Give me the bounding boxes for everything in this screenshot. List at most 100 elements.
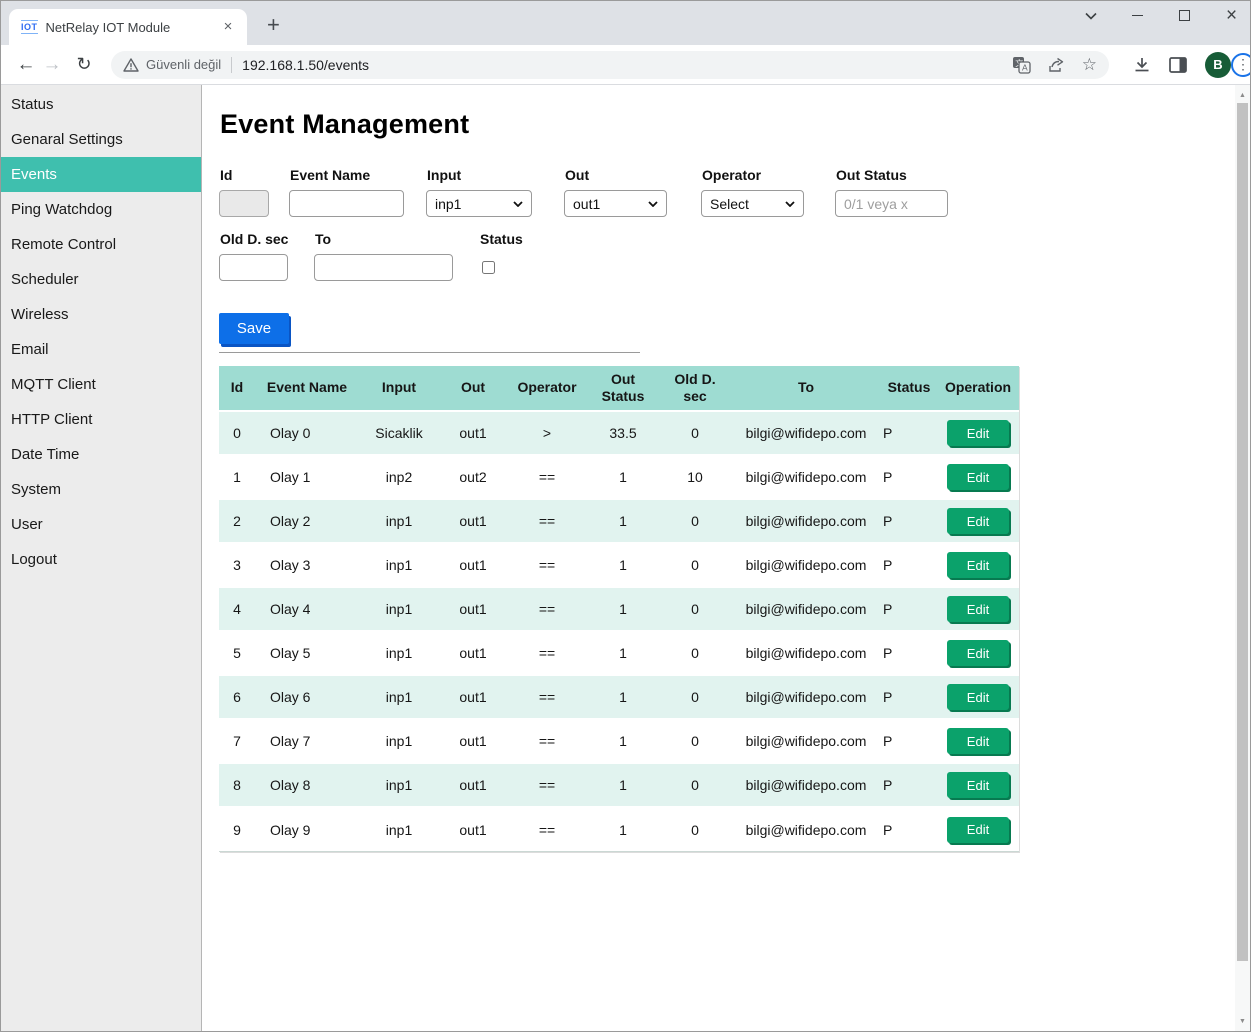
cell-event_name: Olay 6 [255,676,359,720]
security-label[interactable]: Güvenli değil [146,57,221,72]
new-tab-button[interactable]: + [267,15,280,35]
edit-button[interactable]: Edit [947,817,1009,843]
edit-button[interactable]: Edit [947,596,1009,622]
sidebar-item-date-time[interactable]: Date Time [1,437,201,472]
cell-to: bilgi@wifidepo.com [731,808,881,852]
cell-event_name: Olay 1 [255,456,359,500]
cell-event_name: Olay 4 [255,588,359,632]
cell-id: 8 [219,764,255,808]
operator-select[interactable]: Select [701,190,804,217]
maximize-button[interactable] [1176,7,1193,24]
column-header-out_status: Out Status [587,366,659,412]
sidebar-item-ping-watchdog[interactable]: Ping Watchdog [1,192,201,227]
sidebar-item-genaral-settings[interactable]: Genaral Settings [1,122,201,157]
translate-icon[interactable]: 文 A [1012,56,1031,74]
chrome-chevron-icon[interactable] [1082,7,1099,24]
to-label: To [315,231,453,247]
edit-button[interactable]: Edit [947,684,1009,710]
main-content: Event Management Id Event Name Input inp… [202,85,1235,1031]
cell-operator: == [507,676,587,720]
side-panel-icon[interactable] [1169,57,1187,73]
column-header-status: Status [881,366,937,412]
sidebar-item-status[interactable]: Status [1,87,201,122]
event-form-row-2: Old D. sec To Status [219,231,1235,281]
browser-tab[interactable]: IOT NetRelay IOT Module × [9,9,247,45]
status-checkbox[interactable] [482,261,495,274]
cell-out_status: 1 [587,632,659,676]
share-icon[interactable] [1047,57,1066,73]
page-body: StatusGenaral SettingsEventsPing Watchdo… [1,85,1250,1031]
scroll-down-icon[interactable]: ▼ [1235,1013,1250,1029]
cell-out_status: 1 [587,808,659,852]
cell-to: bilgi@wifidepo.com [731,456,881,500]
cell-input: inp1 [359,588,439,632]
edit-button[interactable]: Edit [947,640,1009,666]
page-title: Event Management [220,109,1235,140]
minimize-button[interactable] [1129,7,1146,24]
cell-id: 9 [219,808,255,852]
out-select[interactable]: out1 [564,190,667,217]
column-header-operator: Operator [507,366,587,412]
cell-input: inp1 [359,808,439,852]
edit-button[interactable]: Edit [947,508,1009,534]
edit-button[interactable]: Edit [947,420,1009,446]
reload-icon[interactable]: ↻ [71,54,97,75]
sidebar-item-events[interactable]: Events [1,157,201,192]
cell-out: out1 [439,412,507,456]
column-header-id: Id [219,366,255,412]
chevron-down-icon [785,201,795,207]
sidebar-item-user[interactable]: User [1,507,201,542]
sidebar-item-wireless[interactable]: Wireless [1,297,201,332]
edit-button[interactable]: Edit [947,464,1009,490]
scrollbar-thumb[interactable] [1237,103,1248,961]
more-menu-icon[interactable]: ⋮ [1231,53,1251,77]
sidebar-item-http-client[interactable]: HTTP Client [1,402,201,437]
out-label: Out [565,167,667,183]
vertical-scrollbar[interactable]: ▲ ▼ [1235,85,1250,1031]
cell-out: out2 [439,456,507,500]
profile-avatar[interactable]: B [1205,52,1231,78]
edit-button[interactable]: Edit [947,772,1009,798]
cell-to: bilgi@wifidepo.com [731,764,881,808]
cell-to: bilgi@wifidepo.com [731,412,881,456]
edit-button[interactable]: Edit [947,552,1009,578]
to-field[interactable] [314,254,453,281]
address-bar[interactable]: Güvenli değil 192.168.1.50/events 文 A [111,51,1109,79]
cell-out: out1 [439,676,507,720]
sidebar-item-logout[interactable]: Logout [1,542,201,577]
sidebar-item-scheduler[interactable]: Scheduler [1,262,201,297]
cell-out: out1 [439,500,507,544]
cell-out: out1 [439,764,507,808]
bookmark-star-icon[interactable]: ☆ [1082,55,1097,75]
cell-out: out1 [439,720,507,764]
cell-operation: Edit [937,808,1019,852]
sidebar: StatusGenaral SettingsEventsPing Watchdo… [1,85,202,1031]
cell-operation: Edit [937,544,1019,588]
divider [219,352,640,353]
sidebar-items: StatusGenaral SettingsEventsPing Watchdo… [1,87,201,577]
event-name-field[interactable] [289,190,404,217]
sidebar-item-remote-control[interactable]: Remote Control [1,227,201,262]
tab-close-icon[interactable]: × [219,18,237,36]
cell-input: inp1 [359,544,439,588]
sidebar-item-email[interactable]: Email [1,332,201,367]
favicon-icon: IOT [21,20,38,34]
sidebar-item-mqtt-client[interactable]: MQTT Client [1,367,201,402]
close-window-button[interactable]: × [1223,7,1240,24]
out-status-field[interactable] [835,190,948,217]
back-icon[interactable]: ← [13,54,39,76]
old-delay-field[interactable] [219,254,288,281]
table-row: 1Olay 1inp2out2==110bilgi@wifidepo.comPE… [219,456,1019,500]
save-button[interactable]: Save [219,313,289,344]
edit-button[interactable]: Edit [947,728,1009,754]
cell-old_d: 0 [659,588,731,632]
sidebar-item-system[interactable]: System [1,472,201,507]
url-text[interactable]: 192.168.1.50/events [242,57,369,73]
scroll-up-icon[interactable]: ▲ [1235,87,1250,103]
download-icon[interactable] [1133,56,1151,73]
cell-operation: Edit [937,588,1019,632]
cell-to: bilgi@wifidepo.com [731,720,881,764]
input-select[interactable]: inp1 [426,190,532,217]
cell-out_status: 1 [587,764,659,808]
cell-operation: Edit [937,632,1019,676]
